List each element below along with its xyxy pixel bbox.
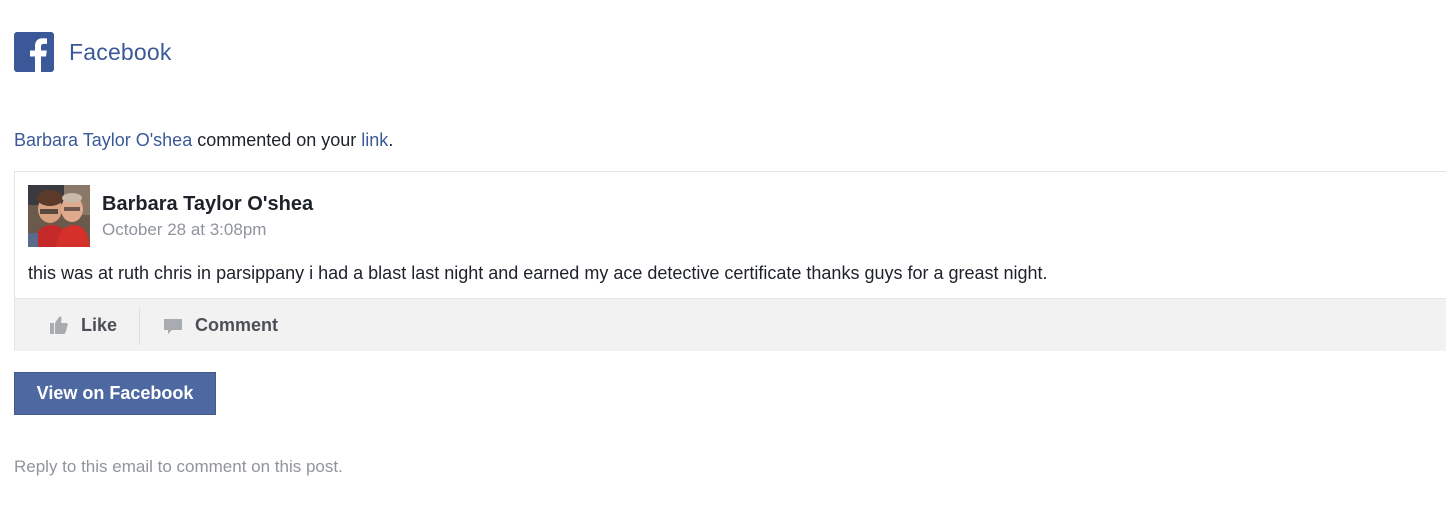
action-divider: [139, 307, 140, 345]
post-timestamp: October 28 at 3:08pm: [102, 220, 267, 239]
object-link[interactable]: link: [361, 130, 388, 150]
avatar[interactable]: [28, 185, 90, 247]
comment-button[interactable]: Comment: [163, 299, 278, 351]
comment-label: Comment: [195, 314, 279, 335]
facebook-f-icon[interactable]: [14, 32, 54, 72]
post-author[interactable]: Barbara Taylor O'shea: [102, 193, 313, 216]
footer-text: Reply to this email to comment on this p…: [14, 457, 343, 476]
notice-end-text: .: [388, 130, 394, 150]
view-on-facebook-button[interactable]: View on Facebook: [14, 372, 216, 415]
speech-bubble-icon: [163, 315, 183, 335]
like-button[interactable]: Like: [49, 299, 117, 351]
notice-middle-text: commented on your: [192, 130, 362, 150]
post-text: this was at ruth chris in parsippany i h…: [28, 263, 1048, 283]
post-card: Barbara Taylor O'shea October 28 at 3:08…: [14, 171, 1446, 351]
brand-name[interactable]: Facebook: [69, 39, 172, 66]
thumbs-up-icon: [49, 315, 69, 335]
post-action-bar: Like Comment: [15, 298, 1446, 351]
like-label: Like: [81, 314, 118, 335]
email-header: Facebook: [14, 32, 172, 72]
notification-sentence: Barbara Taylor O'shea commented on your …: [14, 130, 393, 151]
actor-link[interactable]: Barbara Taylor O'shea: [14, 130, 192, 150]
